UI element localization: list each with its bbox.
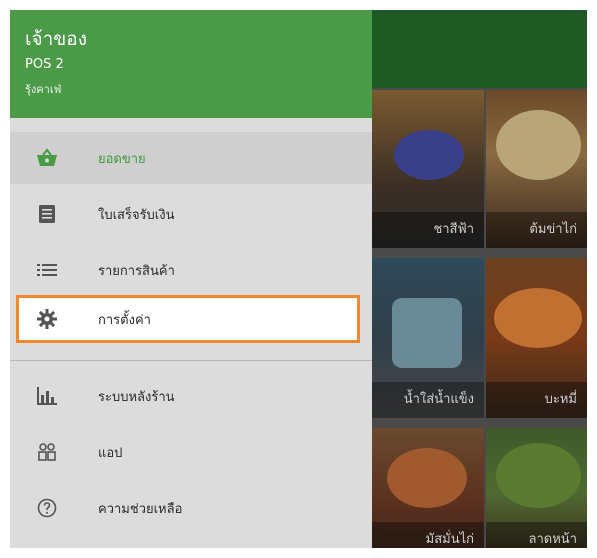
shop-name: รุ้งคาเฟ่ (25, 83, 62, 96)
menu-item-label: การตั้งค่า (98, 312, 151, 328)
product-tile[interactable]: ต้มข่าไก่ (486, 90, 587, 248)
menu-item-label: ยอดขาย (98, 151, 146, 167)
pos-name: POS 2 (25, 57, 64, 72)
menu-item-receipts[interactable]: ใบเสร็จรับเงิน (10, 188, 372, 240)
product-tile[interactable]: มัสมั่นไก่ (372, 428, 484, 548)
menu-divider (10, 360, 372, 361)
gear-icon (36, 308, 58, 330)
help-icon (36, 497, 58, 519)
product-tile[interactable]: น้ำใส่น้ำแข็ง (372, 258, 484, 418)
list-icon (36, 259, 58, 281)
owner-role: เจ้าของ (25, 28, 87, 50)
menu-item-label: แอป (98, 445, 123, 461)
receipt-icon (36, 203, 58, 225)
product-tile-label: น้ำใส่น้ำแข็ง (372, 382, 484, 418)
product-tile-label: บะหมี่ (486, 382, 587, 418)
basket-icon (36, 147, 58, 169)
menu-item-label: ใบเสร็จรับเงิน (98, 207, 175, 223)
product-tile-label: ชาสีฟ้า (372, 212, 484, 248)
menu-item-apps[interactable]: แอป (10, 426, 372, 478)
menu-item-label: ความช่วยเหลือ (98, 501, 183, 517)
bar-chart-icon (36, 385, 58, 407)
product-tile-label: มัสมั่นไก่ (372, 522, 484, 548)
menu-item-help[interactable]: ความช่วยเหลือ (10, 482, 372, 534)
menu-item-label: ระบบหลังร้าน (98, 389, 175, 405)
menu-item-back-office[interactable]: ระบบหลังร้าน (10, 370, 372, 422)
menu-item-products[interactable]: รายการสินค้า (10, 244, 372, 296)
menu-item-sales[interactable]: ยอดขาย (10, 132, 372, 184)
product-tile[interactable]: ลาดหน้า (486, 428, 587, 548)
product-tile-label: ลาดหน้า (486, 522, 587, 548)
navigation-drawer: เจ้าของ POS 2 รุ้งคาเฟ่ ยอดขาย ใบเสร็จรั… (10, 10, 372, 548)
drawer-header: เจ้าของ POS 2 รุ้งคาเฟ่ (10, 10, 372, 118)
apps-icon (36, 441, 58, 463)
menu-item-settings[interactable]: การตั้งค่า (16, 295, 360, 343)
product-tile-label: ต้มข่าไก่ (486, 212, 587, 248)
menu-item-label: รายการสินค้า (98, 263, 175, 279)
product-tile[interactable]: ชาสีฟ้า (372, 90, 484, 248)
product-tile[interactable]: บะหมี่ (486, 258, 587, 418)
